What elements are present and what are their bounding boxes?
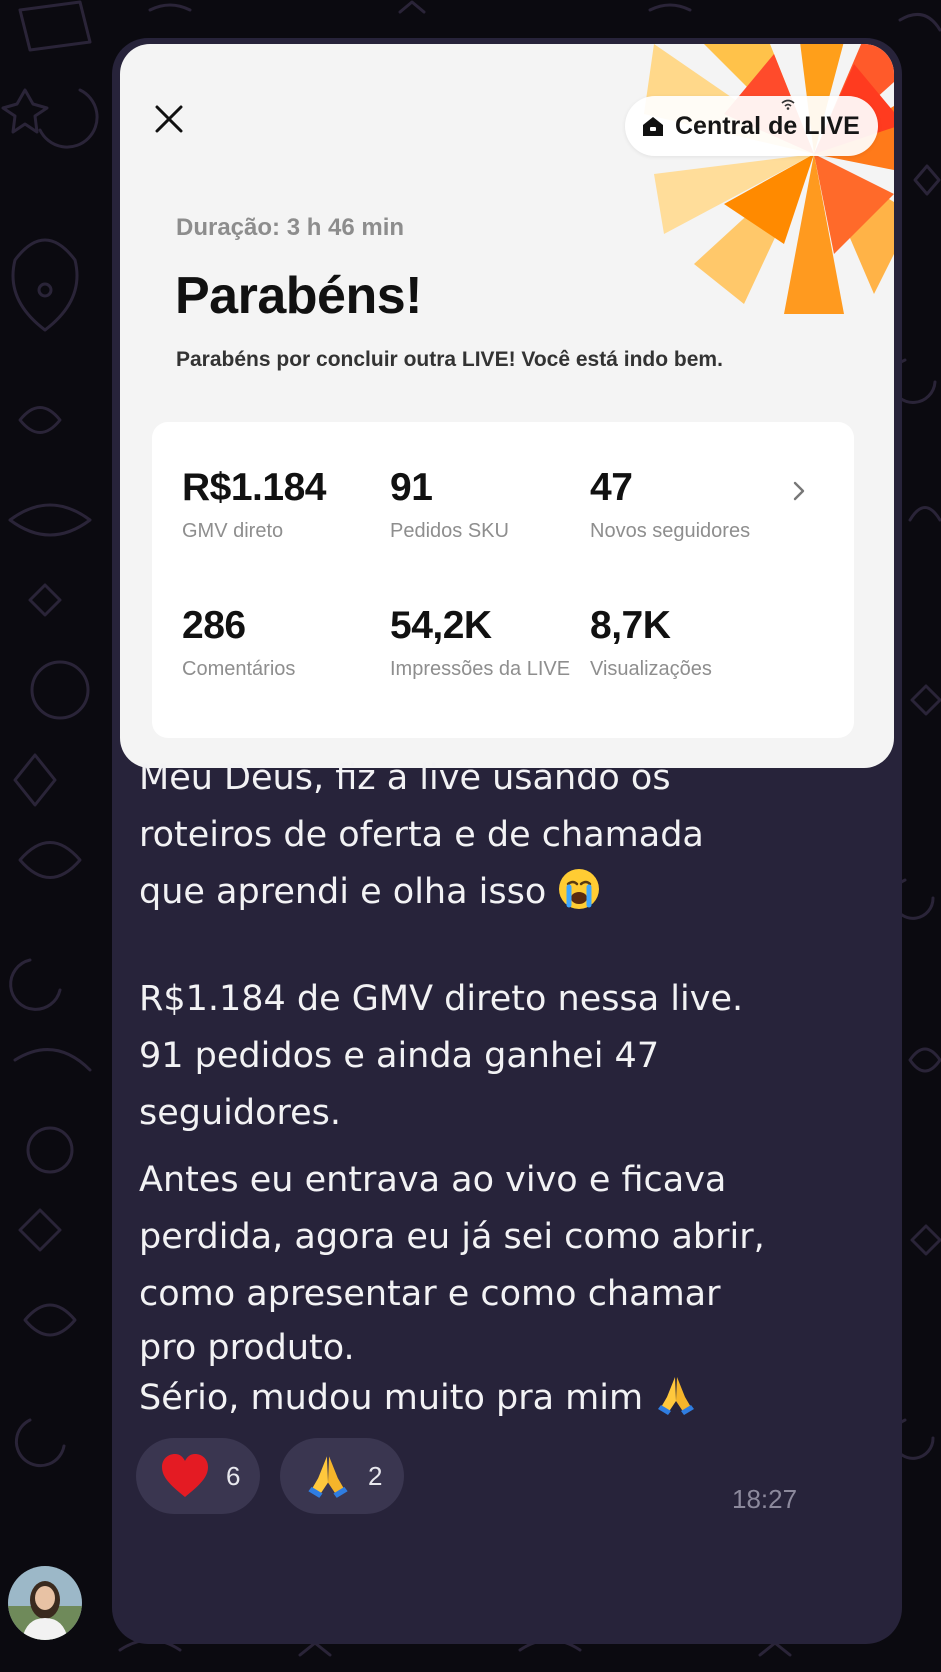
stat-value: 8,7K: [590, 604, 671, 647]
message-text: Meu Deus, fiz a live usando os roteiros …: [139, 750, 819, 1423]
stat-value: 54,2K: [390, 604, 492, 647]
message-line: perdida, agora eu já sei como abrir,: [139, 1217, 765, 1257]
stat-value: 47: [590, 466, 633, 509]
sender-avatar[interactable]: [8, 1566, 82, 1640]
reaction-heart[interactable]: 6: [136, 1438, 260, 1514]
chat-message-bubble[interactable]: Central de LIVE Duração: 3 h 46 min Para…: [112, 38, 902, 1644]
live-duration: Duração: 3 h 46 min: [176, 214, 405, 241]
stat-orders: 91 Pedidos SKU: [390, 466, 509, 543]
message-line: seguidores.: [139, 1093, 342, 1133]
live-center-button[interactable]: Central de LIVE: [625, 96, 878, 156]
reaction-count: 2: [368, 1460, 383, 1491]
message-line: Meu Deus, fiz a live usando os: [139, 758, 671, 798]
stat-label: Visualizações: [590, 658, 712, 680]
message-line: pro produto.: [139, 1328, 355, 1368]
decorative-burst-graphic: [644, 44, 894, 314]
home-icon: [643, 117, 663, 136]
live-stats-panel[interactable]: R$1.184 GMV direto 91 Pedidos SKU 47 Nov…: [152, 422, 854, 738]
stat-impressions: 54,2K Impressões da LIVE: [390, 604, 570, 681]
stat-label: Novos seguidores: [590, 520, 751, 542]
message-line: 91 pedidos e ainda ganhei 47: [139, 1036, 660, 1076]
heart-icon: [162, 1454, 208, 1497]
stat-value: 286: [182, 604, 246, 647]
message-line: roteiros de oferta e de chamada: [139, 815, 704, 855]
stat-comments: 286 Comentários: [182, 604, 295, 681]
message-line-text: Sério, mudou muito pra mim: [139, 1378, 644, 1418]
stat-value: R$1.184: [182, 466, 326, 509]
live-center-label: Central de LIVE: [675, 111, 860, 140]
stat-label: Comentários: [182, 658, 296, 680]
praying-hands-icon: [308, 1456, 348, 1498]
stat-label: Impressões da LIVE: [390, 658, 571, 680]
message-timestamp: 18:27: [732, 1484, 798, 1514]
stat-gmv: R$1.184 GMV direto: [182, 466, 326, 543]
reaction-count: 6: [226, 1460, 241, 1491]
stat-label: Pedidos SKU: [390, 520, 509, 542]
message-line-text: que aprendi e olha isso: [139, 872, 547, 912]
congrats-subtitle: Parabéns por concluir outra LIVE! Você e…: [176, 348, 723, 371]
reaction-praying-hands[interactable]: 2: [280, 1438, 404, 1514]
message-line: Antes eu entrava ao vivo e ficava: [139, 1160, 727, 1200]
stat-followers: 47 Novos seguidores: [590, 466, 750, 543]
signal-icon: [781, 99, 795, 110]
close-icon[interactable]: [154, 104, 184, 134]
live-summary-screenshot: Central de LIVE Duração: 3 h 46 min Para…: [120, 44, 894, 768]
stat-value: 91: [390, 466, 433, 509]
message-line: como apresentar e como chamar: [139, 1274, 721, 1314]
congrats-title: Parabéns!: [175, 267, 422, 325]
message-line: que aprendi e olha isso: [139, 864, 819, 921]
chevron-right-icon[interactable]: [792, 480, 806, 502]
stat-views: 8,7K Visualizações: [590, 604, 712, 681]
message-line: R$1.184 de GMV direto nessa live.: [139, 979, 744, 1019]
message-line: Sério, mudou muito pra mim: [139, 1373, 819, 1423]
praying-hands-icon: [658, 1377, 695, 1415]
crying-face-icon: [559, 869, 600, 909]
stat-label: GMV direto: [182, 520, 284, 542]
